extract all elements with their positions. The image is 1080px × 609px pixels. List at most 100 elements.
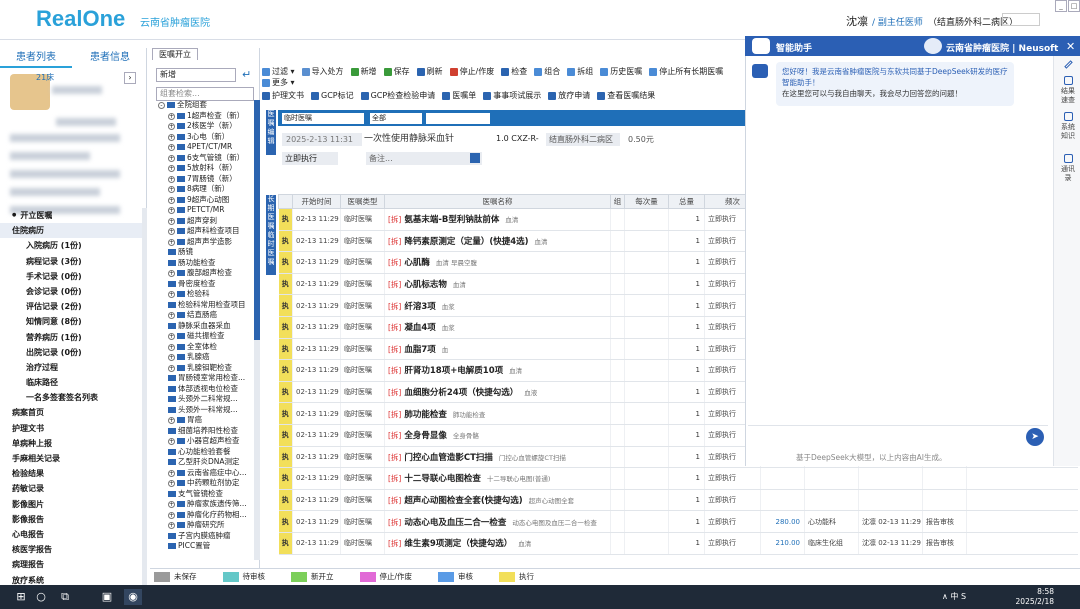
row-order-name[interactable]: [拆] 心肌酶 血清 早晨空腹 — [384, 251, 611, 274]
tree-node[interactable]: +9超声心动图 — [158, 195, 254, 206]
tree-node[interactable]: 体部透视电位检查 — [158, 384, 254, 395]
tree-node[interactable]: +2核医学（新） — [158, 121, 254, 132]
chat-input[interactable] — [748, 425, 1048, 445]
tree-node[interactable]: + 乳腺癌 — [158, 352, 254, 363]
nav-item[interactable]: 病程记录 (3份) — [0, 254, 147, 269]
nav-item[interactable]: 入院病历 (1份) — [0, 238, 147, 253]
row-order-name[interactable]: [拆] 心肌标志物 血清 — [384, 273, 611, 296]
send-icon[interactable]: ➤ — [1026, 428, 1044, 446]
tree-node[interactable]: +8病理（新） — [158, 184, 254, 195]
nav-item[interactable]: 影像报告 — [0, 512, 147, 527]
tree-node[interactable]: +7胃肠镜（新） — [158, 174, 254, 185]
tree-node[interactable]: + 小器官超声检查 — [158, 436, 254, 447]
toolbar-button[interactable]: 事事项试展示 — [483, 90, 541, 101]
tree-node[interactable]: 检验科常用检查项目 — [158, 300, 254, 311]
tree-node[interactable]: 支气管镜检查 — [158, 489, 254, 500]
side-knowledge[interactable]: 系统 知识 — [1058, 112, 1078, 141]
tree-node[interactable]: 心功能检验套餐 — [158, 447, 254, 458]
toolbar-button[interactable]: 刷新 — [416, 66, 443, 77]
row-report[interactable]: 报告审核 — [922, 510, 967, 533]
column-header[interactable]: 医嘱名称 — [384, 194, 611, 209]
back-arrow-icon[interactable]: ↵ — [242, 68, 251, 81]
tree-node[interactable]: 细菌培养阳性检查 — [158, 426, 254, 437]
expand-icon[interactable]: + — [168, 207, 175, 214]
order-type-select[interactable]: 临时医嘱 — [282, 113, 364, 124]
row-order-name[interactable]: [拆] 肺功能检查 肺功能检查 — [384, 402, 611, 425]
row-order-name[interactable]: [拆] 全身骨显像 全身骨骼 — [384, 424, 611, 447]
side-results[interactable]: 结果 速查 — [1058, 76, 1078, 105]
expand-icon[interactable]: + — [168, 312, 175, 319]
row-report[interactable] — [922, 467, 967, 490]
user-name[interactable]: 沈凛 — [846, 13, 868, 29]
nav-item[interactable]: 病案首页 — [0, 405, 147, 420]
nav-item[interactable]: 住院病历 — [0, 223, 147, 239]
nav-item[interactable]: 手麻相关记录 — [0, 451, 147, 466]
row-report[interactable] — [922, 489, 967, 512]
nav-item[interactable]: 一名多签套签名列表 — [0, 390, 147, 405]
toolbar-button[interactable]: GCP检查检验申请 — [360, 90, 435, 101]
tree-node[interactable]: + 胃癌 — [158, 415, 254, 426]
row-order-name[interactable]: [拆] 维生素9项测定（快捷勾选） 血清 — [384, 532, 611, 555]
table-row[interactable]: 执 02-13 11:29 临时医嘱 [拆] 十二导联心电图检查 十二导联心电图(普通) 1… — [278, 467, 1078, 490]
tree-node[interactable]: +5放射科（新） — [158, 163, 254, 174]
expand-icon[interactable]: + — [168, 217, 175, 225]
maximize-icon[interactable]: □ — [1068, 0, 1080, 12]
toolbar-button[interactable]: 组合 — [534, 66, 560, 77]
collapse-icon[interactable]: - — [158, 102, 165, 109]
order-scope-select[interactable]: 全部 — [370, 113, 422, 124]
expand-icon[interactable]: + — [168, 354, 175, 361]
column-header[interactable]: 医嘱类型 — [340, 194, 385, 209]
column-header[interactable]: 组 — [610, 194, 625, 209]
row-order-name[interactable]: [拆] 超声心动图检查全套(快捷勾选) 超声心动图全套 — [384, 489, 611, 512]
nav-item[interactable]: 护理文书 — [0, 421, 147, 436]
tree-node[interactable]: 肠镜 — [158, 247, 254, 258]
tree-node[interactable]: +4PET/CT/MR — [158, 142, 254, 153]
tree-node[interactable]: 头颈外一科常规... — [158, 405, 254, 416]
tree-scroll-thumb[interactable] — [254, 100, 260, 340]
tree-node[interactable]: + 肿瘤家族遗传筛... — [158, 499, 254, 510]
column-header[interactable]: 开始时间 — [292, 194, 341, 209]
system-clock[interactable]: 8:58 2025/2/18 — [1010, 587, 1054, 607]
nav-item[interactable]: 出院记录 (0份) — [0, 345, 147, 360]
toolbar-button[interactable]: 历史医嘱 — [600, 66, 642, 77]
nav-item[interactable]: 知情同意 (8份) — [0, 314, 147, 329]
nav-item[interactable]: 营养病历 (1份) — [0, 330, 147, 345]
tree-node[interactable]: +6支气管镜（新） — [158, 153, 254, 164]
expand-icon[interactable]: + — [168, 144, 175, 151]
row-order-name[interactable]: [拆] 纤溶3项 血浆 — [384, 294, 611, 317]
tree-node[interactable]: 子宫内膜癌肿瘤 — [158, 531, 254, 542]
expand-icon[interactable]: + — [168, 522, 175, 529]
edit-icon[interactable] — [470, 153, 480, 163]
user-extra-box[interactable] — [1002, 13, 1040, 26]
nav-item[interactable]: 病理报告 — [0, 557, 147, 572]
column-header[interactable] — [278, 194, 293, 209]
tree-node[interactable]: - 全院组套 — [158, 100, 254, 111]
expand-icon[interactable]: + — [168, 417, 175, 424]
expand-icon[interactable]: + — [168, 228, 175, 235]
tree-node[interactable]: + 超声声学造影 — [158, 237, 254, 248]
nav-item[interactable]: 治疗过程 — [0, 360, 147, 375]
tab-patient-list[interactable]: 患者列表 — [0, 48, 72, 68]
toolbar-button[interactable]: 护理文书 — [262, 90, 304, 101]
table-row[interactable]: 执 02-13 11:29 临时医嘱 [拆] 动态心电及血压二合一检查 动态心电图及血压二… — [278, 510, 1078, 533]
left-scrollbar[interactable] — [142, 208, 147, 608]
nav-item[interactable]: 手术记录 (0份) — [0, 269, 147, 284]
expand-icon[interactable]: + — [168, 186, 175, 193]
expand-icon[interactable]: + — [168, 333, 175, 340]
frequency-field[interactable]: 立即执行 — [282, 152, 338, 165]
pen-icon[interactable] — [1058, 60, 1078, 71]
tree-node[interactable]: + 检验科 — [158, 289, 254, 300]
toolbar-button[interactable]: 过滤 ▾ — [262, 66, 295, 77]
row-order-name[interactable]: [拆] 门控心血管造影CT扫描 门控心血管螺旋CT扫描 — [384, 446, 611, 469]
column-header[interactable]: 总量 — [668, 194, 705, 209]
expand-icon[interactable]: + — [168, 480, 175, 487]
order-set-search-input[interactable]: 组套检索... — [156, 87, 254, 101]
new-select[interactable]: 新增 — [156, 68, 236, 82]
expand-icon[interactable]: + — [168, 291, 175, 298]
tree-node[interactable]: + 磁共振检查 — [158, 331, 254, 342]
toolbar-button[interactable]: 拆组 — [567, 66, 593, 77]
tree-node[interactable]: + 云南省癌症中心... — [158, 468, 254, 479]
tab-patient-info[interactable]: 患者信息 — [74, 48, 146, 68]
row-order-name[interactable]: [拆] 血细胞分析24项（快捷勾选） 血液 — [384, 381, 611, 404]
toolbar-button[interactable]: GCP标记 — [311, 90, 354, 101]
